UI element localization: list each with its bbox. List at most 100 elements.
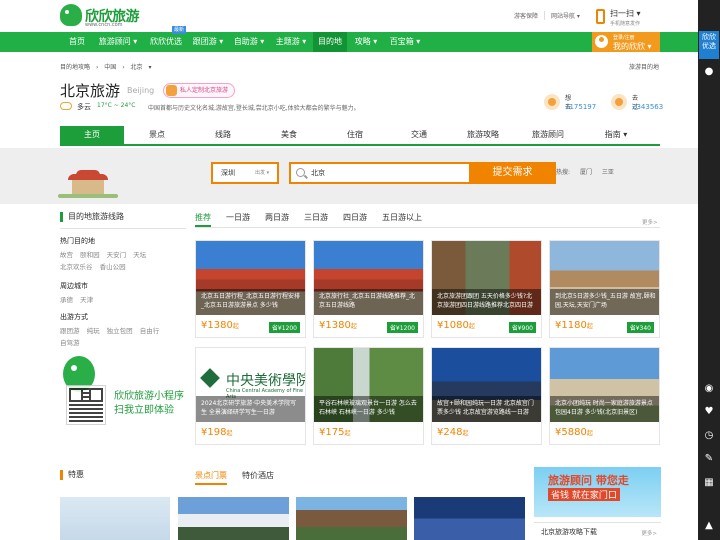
scan-title: 扫一扫 ▾ (610, 9, 641, 18)
nav-destination[interactable]: 目的地 (313, 32, 347, 52)
nav-hot-badge: 最新 (172, 26, 187, 34)
subnav-transport[interactable]: 交通 (388, 126, 450, 144)
subnav-more[interactable]: 指南 ▾ (580, 126, 652, 144)
mode-link[interactable]: 纯玩 (87, 327, 100, 335)
route-card[interactable]: 北京旅行社_北京五日游线路推荐_北京五日游线路 ¥1380起 省¥1200 (313, 240, 424, 338)
subnav-routes[interactable]: 线路 (190, 126, 256, 144)
top-link-sitemap[interactable]: 网站导航 ▾ (545, 11, 586, 20)
subnav-guide[interactable]: 旅游攻略 (450, 126, 516, 144)
mini-program-promo[interactable]: 欣欣旅游小程序 扫我立即体验 (60, 352, 186, 437)
my-account-button[interactable]: 登录/注册 我的欣欣 ▾ (592, 32, 660, 52)
mode-link[interactable]: 跟团游 (60, 327, 80, 335)
subnav-advisor[interactable]: 旅游顾问 (516, 126, 580, 144)
tab-hotels[interactable]: 特价酒店 (242, 470, 274, 481)
tab-two-day[interactable]: 两日游 (265, 212, 289, 227)
route-price: ¥5880起 (555, 427, 593, 438)
submit-request-button[interactable]: 提交需求 (469, 162, 556, 184)
youxuan-button[interactable]: 欣欣优选 (699, 31, 719, 59)
tab-five-plus-day[interactable]: 五日游以上 (382, 212, 422, 227)
subnav-food[interactable]: 美食 (256, 126, 322, 144)
route-caption: 北京小团纯玩 时尚一家庭游旅游景点 包园4日游 多少钱(北京旧景区) (550, 396, 659, 422)
destination-link[interactable]: 天坛 (133, 251, 146, 259)
login-link[interactable]: 登录/注册 (613, 34, 635, 41)
destination-link[interactable]: 北京欢乐谷 (60, 263, 93, 271)
qrcode-icon[interactable]: ▦ (703, 477, 715, 489)
heart-icon[interactable]: ♥ (703, 406, 715, 418)
deal-image[interactable] (296, 497, 407, 540)
tab-four-day[interactable]: 四日游 (343, 212, 367, 227)
user-icon[interactable]: ◉ (703, 383, 715, 395)
nav-home[interactable]: 首页 (60, 32, 94, 52)
city-link[interactable]: 天津 (80, 296, 93, 304)
chevron-down-icon[interactable]: ▾ (148, 64, 151, 71)
breadcrumb-item[interactable]: 北京 (131, 64, 143, 71)
deal-image[interactable] (178, 497, 289, 540)
route-caption: 2024北京研学旅游·中央美术学院写生 全景演绎研学写生一日游 (196, 396, 305, 422)
avatar-icon (595, 35, 608, 48)
route-card[interactable]: 中央美術學院 China Central Academy of Fine Art… (195, 347, 306, 445)
wechat-icon[interactable]: ● (703, 66, 715, 78)
download-title: 北京旅游攻略下载 (541, 528, 597, 536)
nav-toolbox[interactable]: 百宝箱 ▾ (385, 32, 425, 52)
subnav-hotel[interactable]: 住宿 (322, 126, 388, 144)
breadcrumb-item[interactable]: 目的地攻略 (60, 64, 90, 71)
mini-program-title: 欣欣旅游小程序 (114, 391, 184, 402)
more-link[interactable]: 更多> (642, 218, 658, 226)
qrcode-icon (66, 385, 106, 425)
subnav-sights[interactable]: 景点 (124, 126, 190, 144)
download-more-link[interactable]: 更多> (641, 529, 657, 537)
nav-youxuan[interactable]: 欣欣优选 (144, 32, 188, 52)
hot-search-item[interactable]: 三亚 (602, 169, 614, 176)
my-account-label: 我的欣欣 ▾ (613, 42, 652, 51)
hot-destinations-title: 热门目的地 (60, 237, 95, 245)
destination-link[interactable]: 香山公园 (100, 263, 126, 271)
route-price: ¥198起 (201, 427, 233, 438)
nav-self-guided[interactable]: 自助游 ▾ (229, 32, 269, 52)
nav-theme-tour[interactable]: 主题游 ▾ (271, 32, 311, 52)
hot-destinations-links: 故宫 颐和园 天安门 天坛 北京欢乐谷 香山公园 (60, 249, 186, 273)
tab-three-day[interactable]: 三日游 (304, 212, 328, 227)
destination-link[interactable]: 颐和园 (80, 251, 100, 259)
nav-group-tour[interactable]: 跟团游 ▾ (188, 32, 228, 52)
hot-search-item[interactable]: 厦门 (580, 169, 592, 176)
nav-advisor[interactable]: 旅游顾问 ▾ (94, 32, 142, 52)
site-logo[interactable]: 欣欣旅游 www.cncn.com (60, 4, 140, 30)
destination-link[interactable]: 故宫 (60, 251, 73, 259)
edit-icon[interactable]: ✎ (703, 453, 715, 465)
route-card[interactable]: 北京旅游团跟团 五天价格多少钱?北京旅游团四日游线路推荐北京四日游 ¥1080起… (431, 240, 542, 338)
clock-icon[interactable]: ◷ (703, 430, 715, 442)
route-card[interactable]: 平谷石林峡玻璃观景台一日游 怎么去 石林峡 石林峡一日游 多少钱 ¥175起 (313, 347, 424, 445)
tab-one-day[interactable]: 一日游 (226, 212, 250, 227)
tab-recommend[interactable]: 推荐 (195, 212, 211, 227)
advisor-ad-banner[interactable]: 旅游顾问 带您走 省钱 就在家门口 (534, 467, 661, 517)
route-card[interactable]: 北京小团纯玩 时尚一家庭游旅游景点 包园4日游 多少钱(北京旧景区) ¥5880… (549, 347, 660, 445)
route-card[interactable]: 故宫+颐和园纯玩一日游 北京故宫门票多少钱 北京故宫游览路线一日游 ¥248起 (431, 347, 542, 445)
breadcrumb-right-link[interactable]: 旅游目的地 (629, 62, 659, 71)
mode-link[interactable]: 自驾游 (60, 339, 80, 347)
save-badge: 省¥1200 (386, 322, 418, 333)
top-link-guarantee[interactable]: 游客保障 (508, 11, 546, 20)
routes-section-title: 目的地旅游线路 (60, 212, 124, 222)
mode-link[interactable]: 自由行 (140, 327, 160, 335)
mobile-scan[interactable]: 扫一扫 ▾ 手机随意发作 (596, 7, 666, 29)
destination-input[interactable]: 北京 (289, 162, 469, 184)
custom-tour-tag[interactable]: 私人定制北京旅游 (163, 83, 236, 98)
nearby-cities-title: 周边城市 (60, 282, 88, 290)
academy-logo-icon (200, 368, 220, 388)
mode-link[interactable]: 独立包团 (107, 327, 133, 335)
breadcrumb-item[interactable]: 中国 (104, 64, 116, 71)
deal-image[interactable] (414, 497, 525, 540)
deal-image[interactable] (60, 497, 170, 540)
nav-guide[interactable]: 攻略 ▾ (348, 32, 384, 52)
tab-tickets[interactable]: 景点门票 (195, 470, 227, 485)
elephant-logo-icon (60, 4, 82, 26)
route-card[interactable]: 北京五日游行程_北京五日游行程安排_北京五日游旅游景点 多少钱 ¥1380起 省… (195, 240, 306, 338)
route-card[interactable]: 到北京5日游多少钱_五日游 故宫,颐和园,天坛,天安门广场 ¥1180起 省¥3… (549, 240, 660, 338)
top-icon[interactable]: ▲ (703, 520, 715, 532)
route-price: ¥248起 (437, 427, 469, 438)
destination-link[interactable]: 天安门 (107, 251, 127, 259)
breadcrumb: 目的地攻略 › 中国 › 北京 ▾ (60, 62, 155, 71)
city-link[interactable]: 承德 (60, 296, 73, 304)
departure-select[interactable]: 深圳 出发 ▾ (211, 162, 279, 184)
subnav-home[interactable]: 主页 (60, 126, 124, 144)
